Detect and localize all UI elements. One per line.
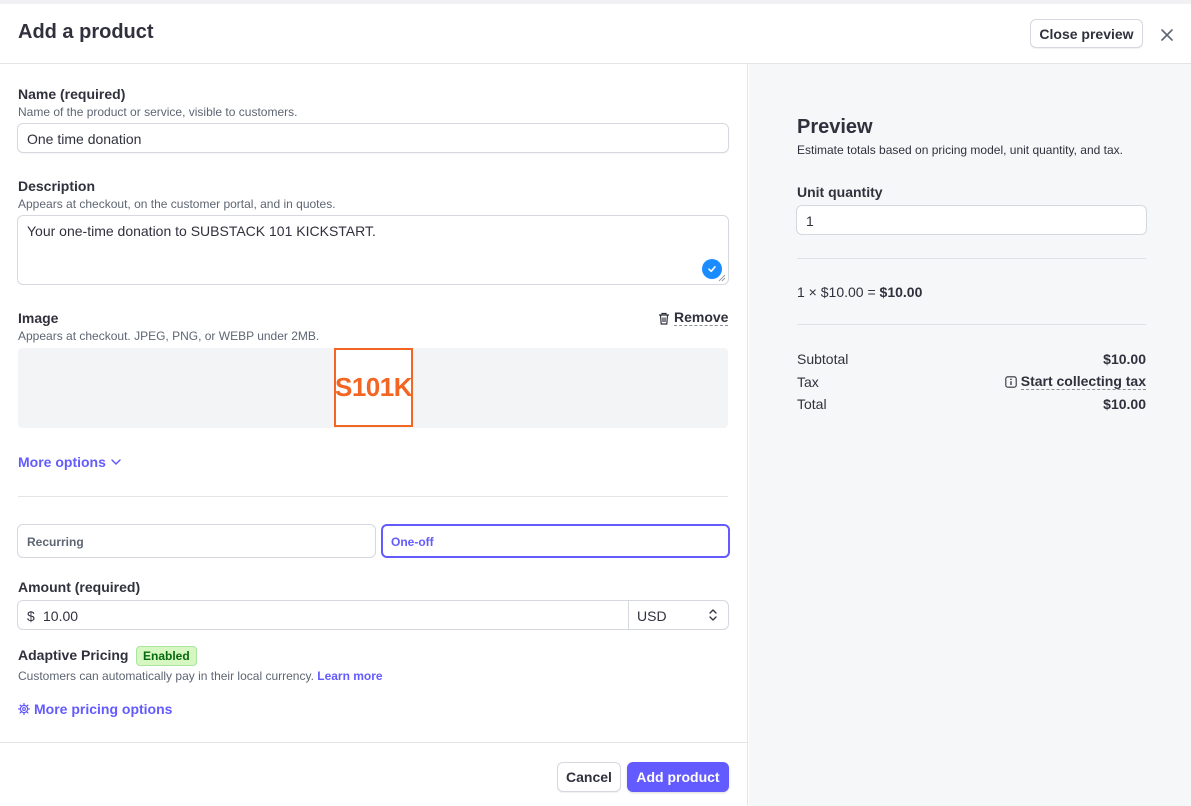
- description-help: Appears at checkout, on the customer por…: [18, 197, 336, 211]
- name-help: Name of the product or service, visible …: [18, 105, 298, 119]
- close-preview-button[interactable]: Close preview: [1030, 19, 1143, 48]
- unit-quantity-value: 1: [806, 213, 814, 229]
- chevron-down-icon: [111, 459, 121, 465]
- preview-divider: [797, 258, 1146, 259]
- product-form: Name (required) Name of the product or s…: [0, 64, 748, 806]
- currency-select[interactable]: USD: [637, 608, 667, 624]
- adaptive-pricing-help: Customers can automatically pay in their…: [18, 669, 383, 683]
- description-label: Description: [18, 178, 96, 194]
- image-label: Image: [18, 310, 59, 326]
- amount-input[interactable]: 10.00: [43, 608, 78, 624]
- preview-divider: [797, 324, 1146, 325]
- more-pricing-options-link[interactable]: More pricing options: [18, 701, 172, 717]
- start-collecting-tax-link[interactable]: Start collecting tax: [1004, 373, 1146, 390]
- image-preview[interactable]: S101K: [18, 348, 728, 428]
- info-icon: [1004, 376, 1017, 388]
- amount-label: Amount (required): [18, 579, 141, 595]
- image-help: Appears at checkout. JPEG, PNG, or WEBP …: [18, 329, 320, 343]
- section-divider: [18, 496, 728, 497]
- resize-grip-icon[interactable]: [718, 274, 726, 282]
- more-pricing-label: More pricing options: [34, 701, 173, 717]
- subtotal-label: Subtotal: [797, 351, 849, 367]
- description-textarea[interactable]: Your one-time donation to SUBSTACK 101 K…: [17, 215, 729, 285]
- preview-panel: Preview Estimate totals based on pricing…: [749, 64, 1191, 806]
- tax-link-label: Start collecting tax: [1020, 373, 1146, 390]
- recurring-label: Recurring: [27, 535, 84, 549]
- select-updown-icon[interactable]: [708, 608, 718, 622]
- more-options-toggle[interactable]: More options: [18, 454, 122, 470]
- preview-subtitle: Estimate totals based on pricing model, …: [797, 143, 1123, 157]
- calc-total: $10.00: [879, 284, 923, 300]
- modal-header: Add a product Close preview: [0, 4, 1191, 64]
- unit-quantity-label: Unit quantity: [797, 184, 883, 200]
- modal-title: Add a product: [18, 21, 154, 43]
- one-off-label: One-off: [391, 535, 434, 549]
- currency-symbol: $: [27, 608, 35, 624]
- more-options-label: More options: [18, 454, 106, 470]
- tax-row: Tax Start collecting tax: [797, 374, 1146, 394]
- amount-separator: [628, 601, 629, 629]
- remove-image-button[interactable]: Remove: [658, 309, 729, 326]
- learn-more-link[interactable]: Learn more: [317, 669, 382, 683]
- recurring-option[interactable]: Recurring: [17, 524, 376, 558]
- preview-title: Preview: [797, 116, 873, 138]
- logo-text: S101K: [335, 372, 413, 402]
- trash-icon: [659, 312, 669, 325]
- one-off-option[interactable]: One-off: [381, 524, 730, 558]
- name-input[interactable]: One time donation: [17, 123, 729, 153]
- subtotal-row: Subtotal $10.00: [797, 351, 1146, 371]
- adaptive-help-text: Customers can automatically pay in their…: [18, 669, 314, 683]
- product-logo: S101K: [334, 348, 413, 427]
- unit-quantity-input[interactable]: 1: [796, 205, 1147, 235]
- total-value: $10.00: [1103, 396, 1146, 412]
- gear-icon: [18, 703, 30, 715]
- remove-image-label: Remove: [674, 309, 729, 326]
- description-value: Your one-time donation to SUBSTACK 101 K…: [27, 223, 376, 239]
- name-input-value: One time donation: [27, 131, 142, 147]
- close-icon[interactable]: [1156, 24, 1178, 46]
- calc-prefix: 1 × $10.00 =: [797, 284, 880, 300]
- name-label: Name (required): [18, 86, 126, 102]
- footer-divider: [0, 742, 748, 743]
- status-badge: Enabled: [136, 646, 197, 666]
- subtotal-value: $10.00: [1103, 351, 1146, 367]
- tax-label: Tax: [797, 374, 819, 390]
- amount-field: $ 10.00 USD: [17, 600, 729, 630]
- add-product-button[interactable]: Add product: [627, 762, 729, 792]
- total-row: Total $10.00: [797, 396, 1146, 416]
- adaptive-pricing-label: Adaptive Pricing: [18, 647, 129, 663]
- total-label: Total: [797, 396, 827, 412]
- cancel-button[interactable]: Cancel: [557, 762, 621, 792]
- preview-calculation: 1 × $10.00 = $10.00: [797, 284, 922, 300]
